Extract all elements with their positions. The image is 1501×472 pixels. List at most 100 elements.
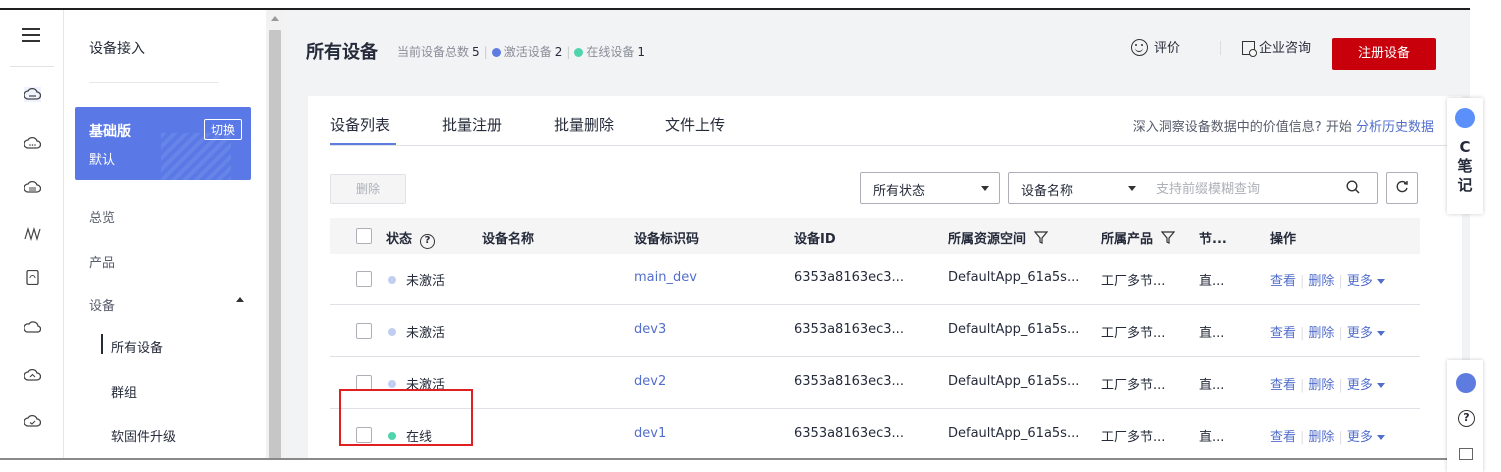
chevron-down-icon [981, 186, 989, 191]
feedback-icon[interactable] [1459, 448, 1473, 460]
cloud-icon-3[interactable] [24, 180, 41, 195]
inactive-dot [388, 276, 396, 284]
delete-link[interactable]: 删除 [1308, 326, 1334, 341]
switch-edition-button[interactable]: 切换 [203, 119, 242, 140]
sidebar-scrollbar[interactable] [266, 10, 284, 458]
device-stats: 当前设备总数 5 | 激活设备 2 | 在线设备 1 [397, 45, 646, 59]
delete-link[interactable]: 删除 [1308, 430, 1334, 445]
field-filter-value: 设备名称 [1021, 184, 1074, 199]
register-device-button[interactable]: 注册设备 [1332, 38, 1436, 70]
device-list-card: 设备列表 批量注册 批量删除 文件上传 深入洞察设备数据中的价值信息? 开始 分… [308, 96, 1464, 458]
identifier-link[interactable]: dev3 [634, 322, 666, 337]
device-icon[interactable] [24, 270, 41, 285]
sidebar-title: 设备接入 [89, 41, 145, 57]
identifier-link[interactable]: dev2 [634, 374, 666, 389]
view-link[interactable]: 查看 [1270, 274, 1296, 289]
delete-button[interactable]: 删除 [330, 174, 406, 204]
waves-icon[interactable] [24, 226, 41, 241]
app-window: 设备接入 基础版 默认 切换 总览 产品 设备 所有设备 群组 软固件升级 所有… [0, 8, 1470, 460]
more-dropdown[interactable]: 更多 [1347, 326, 1385, 341]
consult-link[interactable]: 企业咨询 [1242, 37, 1311, 57]
note-label: C笔记 [1457, 138, 1473, 195]
rate-link[interactable]: 评价 [1131, 37, 1180, 56]
node-cell: 直... [1199, 274, 1225, 289]
col-node: 节... [1199, 232, 1227, 247]
refresh-button[interactable] [1386, 172, 1418, 204]
edition-name: 基础版 [89, 124, 131, 140]
online-dot [574, 48, 584, 57]
insight-text: 深入洞察设备数据中的价值信息? 开始 [1132, 120, 1352, 135]
status-filter-select[interactable]: 所有状态 [860, 172, 1000, 204]
row-checkbox[interactable] [356, 323, 372, 339]
highlight-box [339, 389, 473, 446]
sidebar-item-groups[interactable]: 群组 [111, 382, 137, 401]
operations-cell: 查看 | 删除 | 更多 [1270, 426, 1385, 445]
note-widget[interactable]: C笔记 [1447, 98, 1483, 214]
col-device-id: 设备ID [794, 232, 836, 247]
smile-icon [1131, 39, 1148, 56]
more-dropdown[interactable]: 更多 [1347, 430, 1385, 445]
more-dropdown[interactable]: 更多 [1347, 274, 1385, 289]
filter-icon[interactable] [1161, 231, 1176, 244]
delete-link[interactable]: 删除 [1308, 378, 1334, 393]
node-cell: 直... [1199, 326, 1225, 341]
field-filter-select[interactable]: 设备名称 [1008, 172, 1147, 204]
sidebar-item-all-devices[interactable]: 所有设备 [111, 337, 163, 356]
cloud-check-icon[interactable] [24, 414, 41, 429]
menu-icon[interactable] [22, 28, 40, 42]
sidebar-item-products[interactable]: 产品 [89, 252, 115, 271]
tab-file-upload[interactable]: 文件上传 [665, 114, 725, 135]
scrollbar-thumb[interactable] [269, 30, 281, 458]
select-all-checkbox[interactable] [356, 228, 372, 244]
device-id-cell: 6353a8163ec3... [794, 270, 904, 285]
scroll-up-icon[interactable] [271, 16, 279, 21]
search-icon[interactable] [1346, 180, 1360, 194]
online-count: 1 [637, 45, 646, 59]
inactive-dot [388, 328, 396, 336]
activated-count: 2 [554, 45, 563, 59]
view-link[interactable]: 查看 [1270, 430, 1296, 445]
analyze-history-link[interactable]: 分析历史数据 [1356, 120, 1434, 135]
delete-link[interactable]: 删除 [1308, 274, 1334, 289]
more-dropdown[interactable]: 更多 [1347, 378, 1385, 393]
row-checkbox[interactable] [356, 271, 372, 287]
filter-icon[interactable] [1034, 231, 1049, 244]
sidebar-item-overview[interactable]: 总览 [89, 207, 115, 226]
total-count: 5 [472, 45, 480, 59]
search-input[interactable] [1146, 172, 1378, 204]
cloud-icon-4[interactable] [24, 320, 41, 335]
resource-space-cell: DefaultApp_61a5s... [948, 322, 1080, 337]
chevron-up-icon[interactable] [236, 297, 244, 302]
node-cell: 直... [1199, 378, 1225, 393]
rail-divider [10, 66, 54, 67]
node-cell: 直... [1199, 430, 1225, 445]
operations-cell: 查看 | 删除 | 更多 [1270, 374, 1385, 393]
cloud-icon-2[interactable] [24, 136, 41, 151]
col-product: 所属产品 [1101, 228, 1176, 247]
operations-cell: 查看 | 删除 | 更多 [1270, 322, 1385, 341]
total-label: 当前设备总数 [397, 45, 470, 59]
sidebar-item-firmware-upgrade[interactable]: 软固件升级 [111, 426, 176, 445]
view-link[interactable]: 查看 [1270, 326, 1296, 341]
tab-batch-delete[interactable]: 批量删除 [554, 114, 614, 135]
cloud-icon-1[interactable] [24, 87, 41, 102]
consult-icon [1242, 41, 1257, 57]
tab-device-list[interactable]: 设备列表 [330, 114, 390, 135]
cloud-up-icon[interactable] [24, 368, 41, 383]
note-label-2: 记 [1457, 176, 1473, 194]
identifier-link[interactable]: dev1 [634, 426, 666, 441]
help-icon[interactable]: ? [420, 234, 436, 249]
icon-rail [0, 10, 64, 458]
sidebar-item-devices[interactable]: 设备 [89, 295, 115, 314]
help-icon[interactable]: ? [1458, 410, 1475, 427]
device-id-cell: 6353a8163ec3... [794, 322, 904, 337]
tab-batch-register[interactable]: 批量注册 [442, 114, 502, 135]
device-id-cell: 6353a8163ec3... [794, 426, 904, 441]
page-title: 所有设备 [306, 42, 378, 63]
identifier-link[interactable]: main_dev [634, 270, 697, 285]
resource-space-cell: DefaultApp_61a5s... [948, 270, 1080, 285]
chevron-down-icon [1128, 186, 1136, 191]
view-link[interactable]: 查看 [1270, 378, 1296, 393]
status-cell: 未激活 [388, 270, 445, 289]
customer-service-icon[interactable] [1456, 373, 1476, 393]
